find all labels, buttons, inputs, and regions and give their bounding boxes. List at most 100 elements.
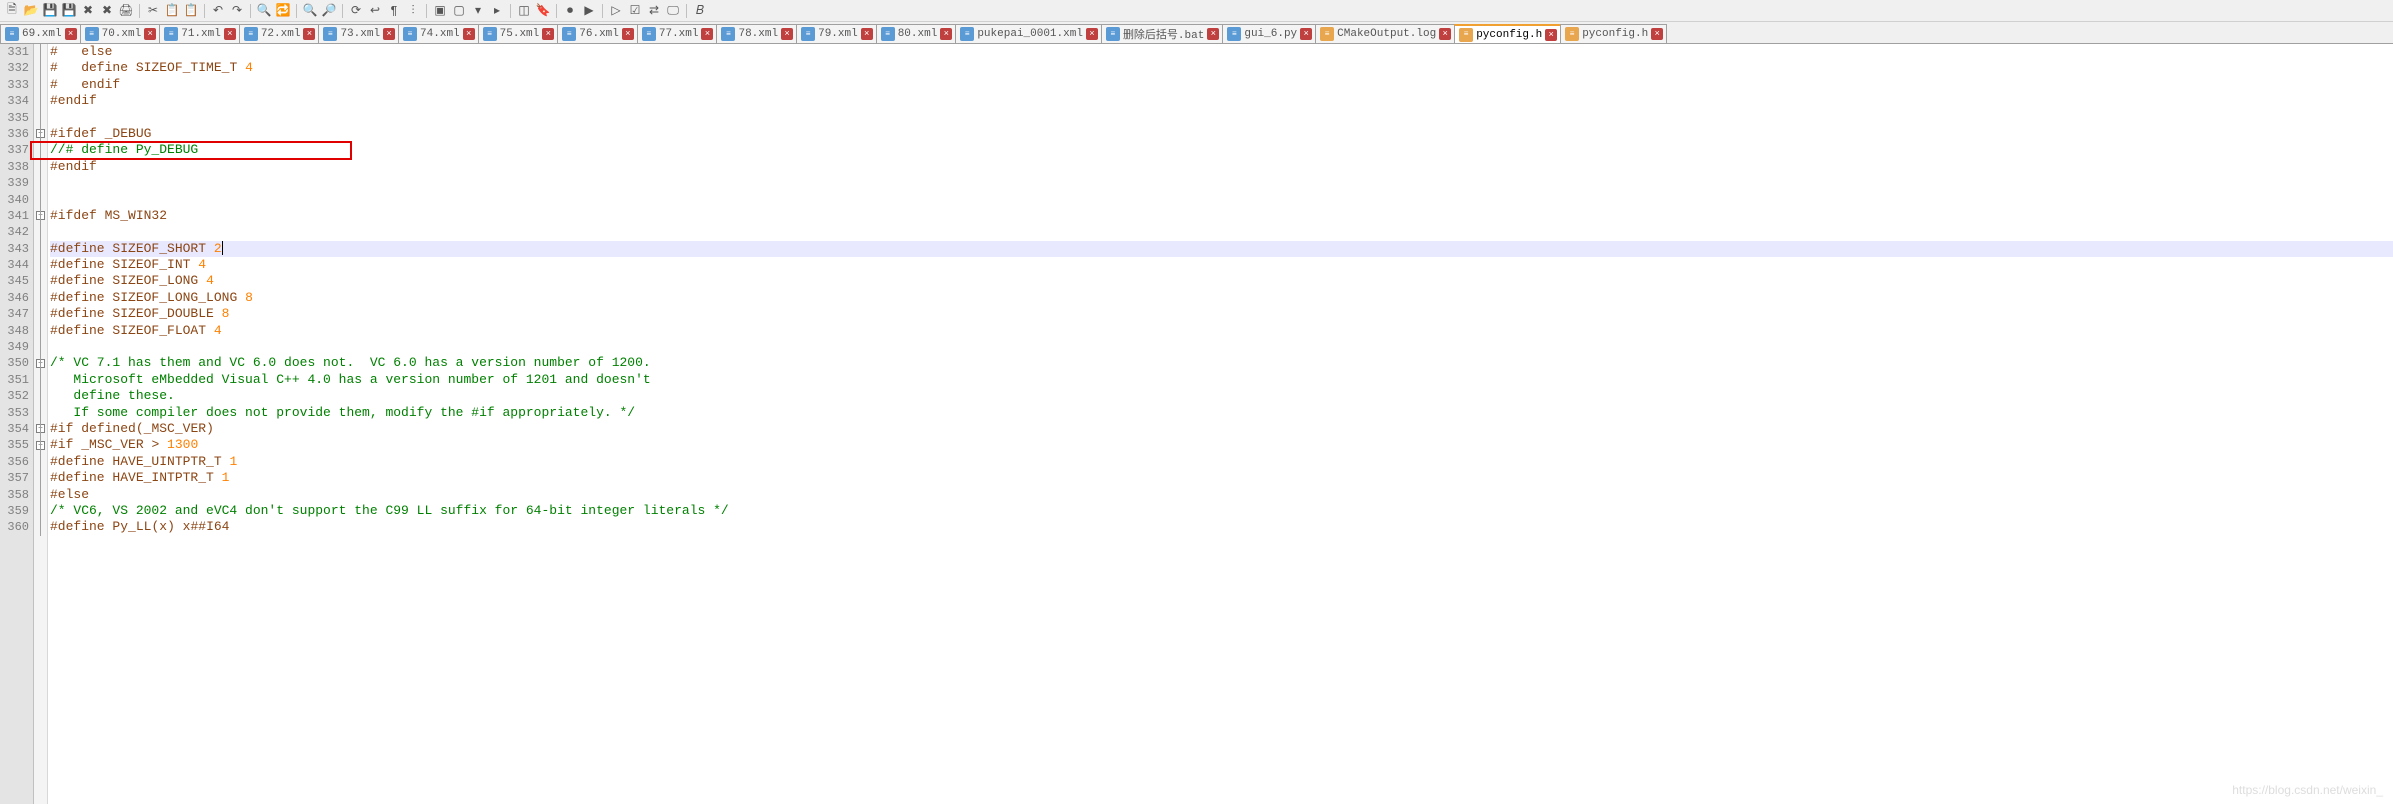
- copy-icon[interactable]: 📋: [164, 3, 180, 19]
- code-line-343[interactable]: #define SIZEOF_SHORT 2: [50, 241, 2393, 257]
- close-icon[interactable]: ×: [940, 28, 952, 40]
- close-icon[interactable]: ×: [1300, 28, 1312, 40]
- code-line-355[interactable]: #if _MSC_VER > 1300: [50, 437, 2393, 453]
- code-line-354[interactable]: #if defined(_MSC_VER): [50, 421, 2393, 437]
- undo-icon[interactable]: ↶: [210, 3, 226, 19]
- code-line-331[interactable]: # else: [50, 44, 2393, 60]
- fold-all-icon[interactable]: ▣: [432, 3, 448, 19]
- bookmark-icon[interactable]: 🔖: [535, 3, 551, 19]
- close-icon[interactable]: ×: [701, 28, 713, 40]
- tab-76-xml[interactable]: ≡76.xml×: [557, 24, 638, 43]
- tab-78-xml[interactable]: ≡78.xml×: [716, 24, 797, 43]
- zoom-in-icon[interactable]: 🔍: [302, 3, 318, 19]
- close-icon[interactable]: ×: [542, 28, 554, 40]
- close-icon[interactable]: ×: [303, 28, 315, 40]
- code-line-353[interactable]: If some compiler does not provide them, …: [50, 405, 2393, 421]
- code-line-345[interactable]: #define SIZEOF_LONG 4: [50, 273, 2393, 289]
- tab-pyconfig-h[interactable]: ≡pyconfig.h×: [1560, 24, 1667, 43]
- close-icon[interactable]: ×: [144, 28, 156, 40]
- tab-79-xml[interactable]: ≡79.xml×: [796, 24, 877, 43]
- indent-guide-icon[interactable]: ⫶: [405, 3, 421, 19]
- code-line-339[interactable]: [50, 175, 2393, 191]
- close-icon[interactable]: ×: [1651, 28, 1663, 40]
- code-line-348[interactable]: #define SIZEOF_FLOAT 4: [50, 323, 2393, 339]
- tab-77-xml[interactable]: ≡77.xml×: [637, 24, 718, 43]
- redo-icon[interactable]: ↷: [229, 3, 245, 19]
- tab-gui-6-py[interactable]: ≡gui_6.py×: [1222, 24, 1316, 43]
- print-icon[interactable]: 🖨: [118, 3, 134, 19]
- tab-75-xml[interactable]: ≡75.xml×: [478, 24, 559, 43]
- code-line-358[interactable]: #else: [50, 487, 2393, 503]
- code-line-346[interactable]: #define SIZEOF_LONG_LONG 8: [50, 290, 2393, 306]
- tab-pyconfig-h[interactable]: ≡pyconfig.h×: [1454, 24, 1561, 43]
- code-line-342[interactable]: [50, 224, 2393, 240]
- toggle-icon[interactable]: ☑: [627, 3, 643, 19]
- hide-lines-icon[interactable]: ◫: [516, 3, 532, 19]
- close-all-icon[interactable]: ✖: [99, 3, 115, 19]
- new-file-icon[interactable]: 🗎: [4, 3, 20, 19]
- code-line-340[interactable]: [50, 192, 2393, 208]
- monitor-icon[interactable]: 🖵: [665, 3, 681, 19]
- bold-icon[interactable]: 𝐵: [692, 3, 708, 19]
- record-macro-icon[interactable]: ⏺: [562, 3, 578, 19]
- sync-icon[interactable]: ⟳: [348, 3, 364, 19]
- close-icon[interactable]: ×: [463, 28, 475, 40]
- tab-74-xml[interactable]: ≡74.xml×: [398, 24, 479, 43]
- tab-------bat[interactable]: ≡删除后括号.bat×: [1101, 24, 1223, 43]
- code-line-347[interactable]: #define SIZEOF_DOUBLE 8: [50, 306, 2393, 322]
- zoom-out-icon[interactable]: 🔎: [321, 3, 337, 19]
- close-icon[interactable]: ×: [861, 28, 873, 40]
- code-line-356[interactable]: #define HAVE_UINTPTR_T 1: [50, 454, 2393, 470]
- close-icon[interactable]: ×: [1545, 29, 1557, 41]
- code-line-352[interactable]: define these.: [50, 388, 2393, 404]
- code-line-338[interactable]: #endif: [50, 159, 2393, 175]
- open-file-icon[interactable]: 📂: [23, 3, 39, 19]
- tab-72-xml[interactable]: ≡72.xml×: [239, 24, 320, 43]
- tab-CMakeOutput-log[interactable]: ≡CMakeOutput.log×: [1315, 24, 1455, 43]
- close-icon[interactable]: ×: [65, 28, 77, 40]
- save-icon[interactable]: 💾: [42, 3, 58, 19]
- code-line-357[interactable]: #define HAVE_INTPTR_T 1: [50, 470, 2393, 486]
- code-line-333[interactable]: # endif: [50, 77, 2393, 93]
- code-line-336[interactable]: #ifdef _DEBUG: [50, 126, 2393, 142]
- code-line-332[interactable]: # define SIZEOF_TIME_T 4: [50, 60, 2393, 76]
- code-line-360[interactable]: #define Py_LL(x) x##I64: [50, 519, 2393, 535]
- close-icon[interactable]: ×: [224, 28, 236, 40]
- code-view[interactable]: # else# define SIZEOF_TIME_T 4# endif#en…: [48, 44, 2393, 804]
- collapse-icon[interactable]: ▾: [470, 3, 486, 19]
- word-wrap-icon[interactable]: ↩: [367, 3, 383, 19]
- save-all-icon[interactable]: 💾: [61, 3, 77, 19]
- tab-pukepai-0001-xml[interactable]: ≡pukepai_0001.xml×: [955, 24, 1102, 43]
- code-line-335[interactable]: [50, 110, 2393, 126]
- replace-icon[interactable]: 🔁: [275, 3, 291, 19]
- cut-icon[interactable]: ✂: [145, 3, 161, 19]
- tab-69-xml[interactable]: ≡69.xml×: [0, 24, 81, 43]
- code-line-337[interactable]: //# define Py_DEBUG: [50, 142, 2393, 158]
- show-all-icon[interactable]: ¶: [386, 3, 402, 19]
- compare-icon[interactable]: ⇄: [646, 3, 662, 19]
- close-icon[interactable]: ×: [781, 28, 793, 40]
- close-icon[interactable]: ×: [1207, 28, 1219, 40]
- code-line-344[interactable]: #define SIZEOF_INT 4: [50, 257, 2393, 273]
- tab-73-xml[interactable]: ≡73.xml×: [318, 24, 399, 43]
- code-line-334[interactable]: #endif: [50, 93, 2393, 109]
- code-line-350[interactable]: /* VC 7.1 has them and VC 6.0 does not. …: [50, 355, 2393, 371]
- find-icon[interactable]: 🔍: [256, 3, 272, 19]
- play-macro-icon[interactable]: ▶: [581, 3, 597, 19]
- paste-icon[interactable]: 📋: [183, 3, 199, 19]
- code-line-349[interactable]: [50, 339, 2393, 355]
- close-icon[interactable]: ×: [1439, 28, 1451, 40]
- close-icon[interactable]: ×: [383, 28, 395, 40]
- code-line-351[interactable]: Microsoft eMbedded Visual C++ 4.0 has a …: [50, 372, 2393, 388]
- unfold-all-icon[interactable]: ▢: [451, 3, 467, 19]
- tab-80-xml[interactable]: ≡80.xml×: [876, 24, 957, 43]
- tab-71-xml[interactable]: ≡71.xml×: [159, 24, 240, 43]
- close-icon[interactable]: ×: [1086, 28, 1098, 40]
- tab-70-xml[interactable]: ≡70.xml×: [80, 24, 161, 43]
- run-icon[interactable]: ▷: [608, 3, 624, 19]
- expand-icon[interactable]: ▸: [489, 3, 505, 19]
- code-line-341[interactable]: #ifdef MS_WIN32: [50, 208, 2393, 224]
- close-icon[interactable]: ×: [622, 28, 634, 40]
- code-line-359[interactable]: /* VC6, VS 2002 and eVC4 don't support t…: [50, 503, 2393, 519]
- close-icon[interactable]: ✖: [80, 3, 96, 19]
